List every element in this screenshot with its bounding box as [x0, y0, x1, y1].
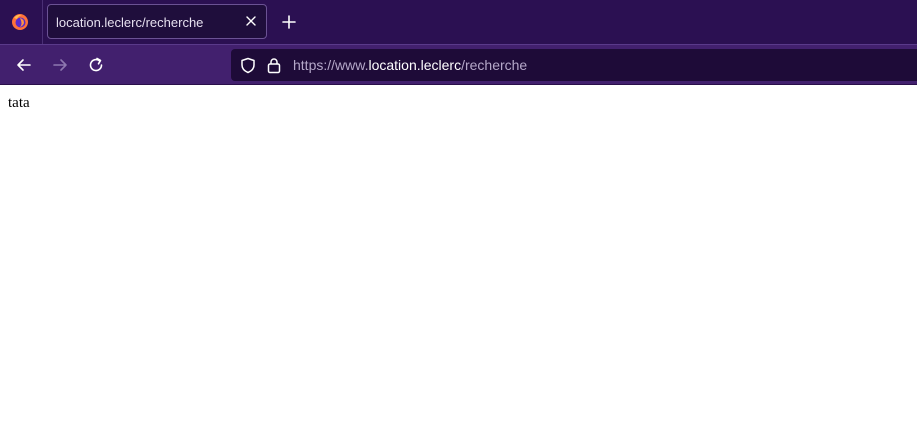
plus-icon[interactable]: [281, 14, 297, 30]
url-text[interactable]: https://www.location.leclerc/recherche: [293, 57, 527, 73]
shield-icon[interactable]: [240, 57, 256, 74]
url-host: location.leclerc: [368, 57, 462, 73]
reload-icon[interactable]: [87, 56, 105, 74]
arrow-right-icon[interactable]: [51, 56, 69, 74]
page-content: tata: [0, 85, 917, 429]
tab-separator: [42, 0, 43, 44]
browser-window: location.leclerc/recherche https://www.l…: [0, 0, 917, 429]
url-bar[interactable]: https://www.location.leclerc/recherche: [231, 49, 917, 81]
lock-icon[interactable]: [267, 57, 281, 74]
tab-strip: location.leclerc/recherche: [0, 0, 917, 45]
firefox-icon[interactable]: [11, 13, 29, 31]
page-body-text: tata: [8, 95, 30, 111]
url-path: /recherche: [461, 57, 528, 73]
navigation-toolbar: https://www.location.leclerc/recherche: [0, 45, 917, 85]
url-scheme: https://www.: [293, 57, 369, 73]
tab-title: location.leclerc/recherche: [56, 15, 204, 30]
close-icon[interactable]: [244, 14, 258, 28]
tab-active[interactable]: location.leclerc/recherche: [47, 4, 267, 39]
arrow-left-icon[interactable]: [15, 56, 33, 74]
